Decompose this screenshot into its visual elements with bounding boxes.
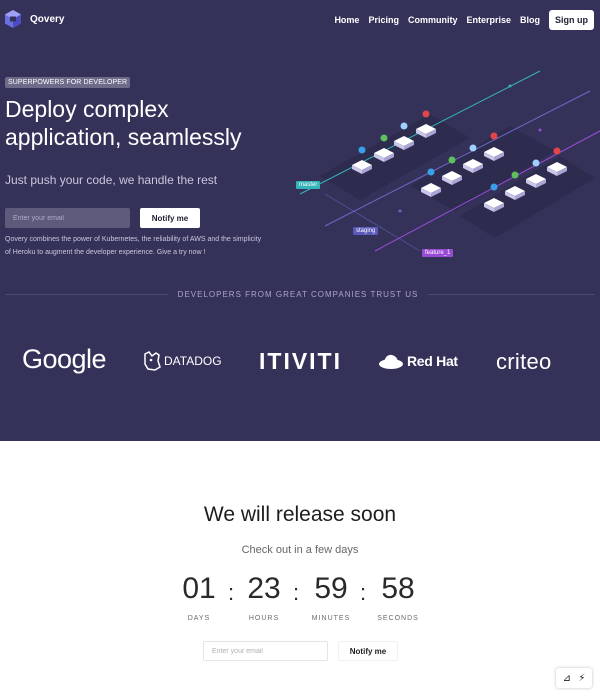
countdown-hours-label: HOURS — [248, 615, 280, 622]
hero-title: Deploy complex application, seamlessly — [5, 96, 242, 150]
branch-label-master: master — [296, 181, 321, 189]
logo-itiviti: ITIVITI — [259, 348, 342, 374]
main-nav: Home Pricing Community Enterprise Blog S… — [334, 10, 594, 30]
lightning-icon[interactable]: ⚡ — [578, 673, 585, 684]
hero-notify-button[interactable]: Notify me — [140, 208, 200, 228]
branch-label-feature: feature_1 — [422, 249, 454, 257]
nav-enterprise[interactable]: Enterprise — [466, 15, 511, 25]
countdown-minutes-label: MINUTES — [311, 615, 351, 622]
logo-redhat: Red Hat — [378, 352, 458, 370]
nav-home[interactable]: Home — [334, 15, 359, 25]
release-notify-button[interactable]: Notify me — [338, 641, 398, 661]
qovery-logo-icon — [5, 10, 21, 28]
datadog-dog-icon — [144, 351, 161, 371]
countdown-seconds-label: SECONDS — [377, 615, 419, 622]
logo-google: Google — [22, 344, 107, 374]
logo-datadog: DATADOG — [143, 351, 222, 371]
redhat-hat-icon — [379, 354, 403, 369]
hero-email-input[interactable] — [5, 208, 130, 228]
countdown-minutes-value: 59 — [314, 572, 348, 605]
release-email-input[interactable] — [203, 641, 328, 661]
branches-graphic — [299, 70, 600, 252]
branch-label-staging: staging — [353, 227, 379, 235]
nav-pricing[interactable]: Pricing — [368, 15, 399, 25]
countdown-separator: : — [360, 580, 367, 605]
hero-subtitle: Just push your code, we handle the rest — [5, 173, 218, 187]
countdown-hours-value: 23 — [247, 572, 281, 605]
datadog-label: DATADOG — [164, 354, 222, 368]
hero-description: Qovery combines the power of Kubernetes,… — [5, 236, 262, 256]
countdown-seconds-value: 58 — [381, 572, 415, 605]
countdown-separator: : — [293, 580, 300, 605]
release-title: We will release soon — [203, 503, 397, 526]
triangle-ruler-icon[interactable]: ⊿ — [563, 673, 571, 684]
hero-section: Qovery Home Pricing Community Enterprise… — [0, 0, 600, 441]
logo-criteo: criteo — [496, 349, 552, 374]
divider-left — [5, 294, 168, 295]
hero-tag: SUPERPOWERS FOR DEVELOPER — [5, 77, 131, 88]
signup-button[interactable]: Sign up — [549, 10, 594, 30]
brand-logo[interactable]: Qovery — [5, 10, 64, 28]
floating-widget[interactable]: ⊿ ⚡ — [556, 668, 592, 688]
deployment-illustration: master staging feature_1 — [290, 66, 600, 266]
divider-right — [428, 294, 595, 295]
countdown-days-label: DAYS — [187, 615, 211, 622]
redhat-label: Red Hat — [407, 353, 458, 369]
nav-blog[interactable]: Blog — [520, 15, 540, 25]
trusted-title: DEVELOPERS FROM GREAT COMPANIES TRUST US — [177, 290, 419, 299]
release-subtitle: Check out in a few days — [241, 544, 359, 556]
nav-community[interactable]: Community — [408, 15, 458, 25]
countdown-days-value: 01 — [182, 572, 216, 605]
brand-name: Qovery — [30, 13, 65, 25]
